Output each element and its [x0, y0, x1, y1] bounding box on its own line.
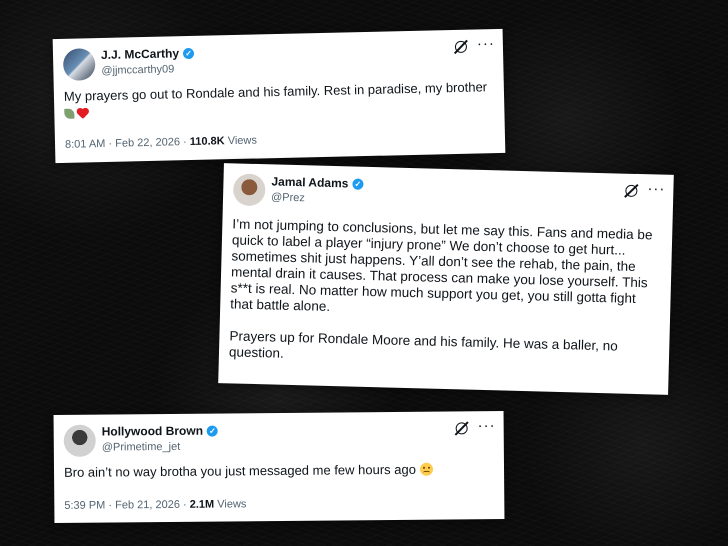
grok-icon[interactable] [454, 40, 468, 53]
tweet-meta: 5:39 PM · Feb 21, 2026 · 2.1M Views [64, 497, 246, 513]
dot-separator: · [182, 136, 187, 149]
handle[interactable]: @Prez [271, 190, 305, 205]
heart-icon [76, 108, 88, 119]
handle[interactable]: @Primetime_jet [102, 440, 181, 455]
tweet-body: Bro ain’t no way brotha you just message… [64, 461, 494, 481]
view-count: 2.1M [189, 498, 215, 511]
tweet-body: I’m not jumping to conclusions, but let … [229, 216, 663, 371]
dot-separator: · [108, 137, 113, 150]
display-name[interactable]: Hollywood Brown [102, 424, 203, 440]
views-label: Views [217, 498, 247, 511]
avatar[interactable] [232, 173, 266, 207]
tweet-card-jamal-adams: Jamal Adams ✓ @Prez ··· I’m not jumping … [218, 163, 674, 395]
tweet-date[interactable]: Feb 21, 2026 [115, 499, 180, 512]
more-icon[interactable]: ··· [647, 180, 665, 198]
tweet-body: My prayers go out to Rondale and his fam… [64, 79, 495, 121]
display-name[interactable]: J.J. McCarthy [101, 46, 179, 63]
grok-icon[interactable] [625, 184, 638, 197]
tweet-time[interactable]: 5:39 PM [64, 500, 105, 512]
dot-separator: · [182, 498, 187, 511]
tweet-date[interactable]: Feb 22, 2026 [115, 136, 180, 149]
verified-badge-icon: ✓ [352, 178, 364, 190]
tweet-card-jj-mccarthy: J.J. McCarthy ✓ @jjmccarthy09 ··· My pra… [52, 28, 506, 164]
tweet-time[interactable]: 8:01 AM [65, 138, 106, 151]
more-icon[interactable]: ··· [478, 417, 496, 435]
handle[interactable]: @jjmccarthy09 [101, 62, 174, 78]
tweet-text: My prayers go out to Rondale and his fam… [63, 79, 488, 104]
tweet-text: Bro ain’t no way brotha you just message… [63, 461, 417, 480]
sad-face-icon [419, 462, 433, 476]
dot-separator: · [108, 499, 113, 512]
tweet-paragraph-1: I’m not jumping to conclusions, but let … [230, 216, 653, 314]
grok-icon[interactable] [455, 422, 468, 435]
leaf-icon [64, 108, 75, 119]
avatar[interactable] [63, 424, 96, 457]
tweet-card-hollywood-brown: Hollywood Brown ✓ @Primetime_jet ··· Bro… [53, 411, 505, 523]
more-icon[interactable]: ··· [477, 35, 495, 53]
verified-badge-icon: ✓ [182, 47, 195, 60]
avatar[interactable] [62, 48, 96, 81]
views-label: Views [227, 134, 258, 148]
tweet-meta: 8:01 AM · Feb 22, 2026 · 110.8K Views [65, 134, 257, 152]
view-count: 110.8K [189, 135, 225, 149]
verified-badge-icon: ✓ [206, 425, 219, 437]
display-name[interactable]: Jamal Adams [271, 174, 348, 191]
